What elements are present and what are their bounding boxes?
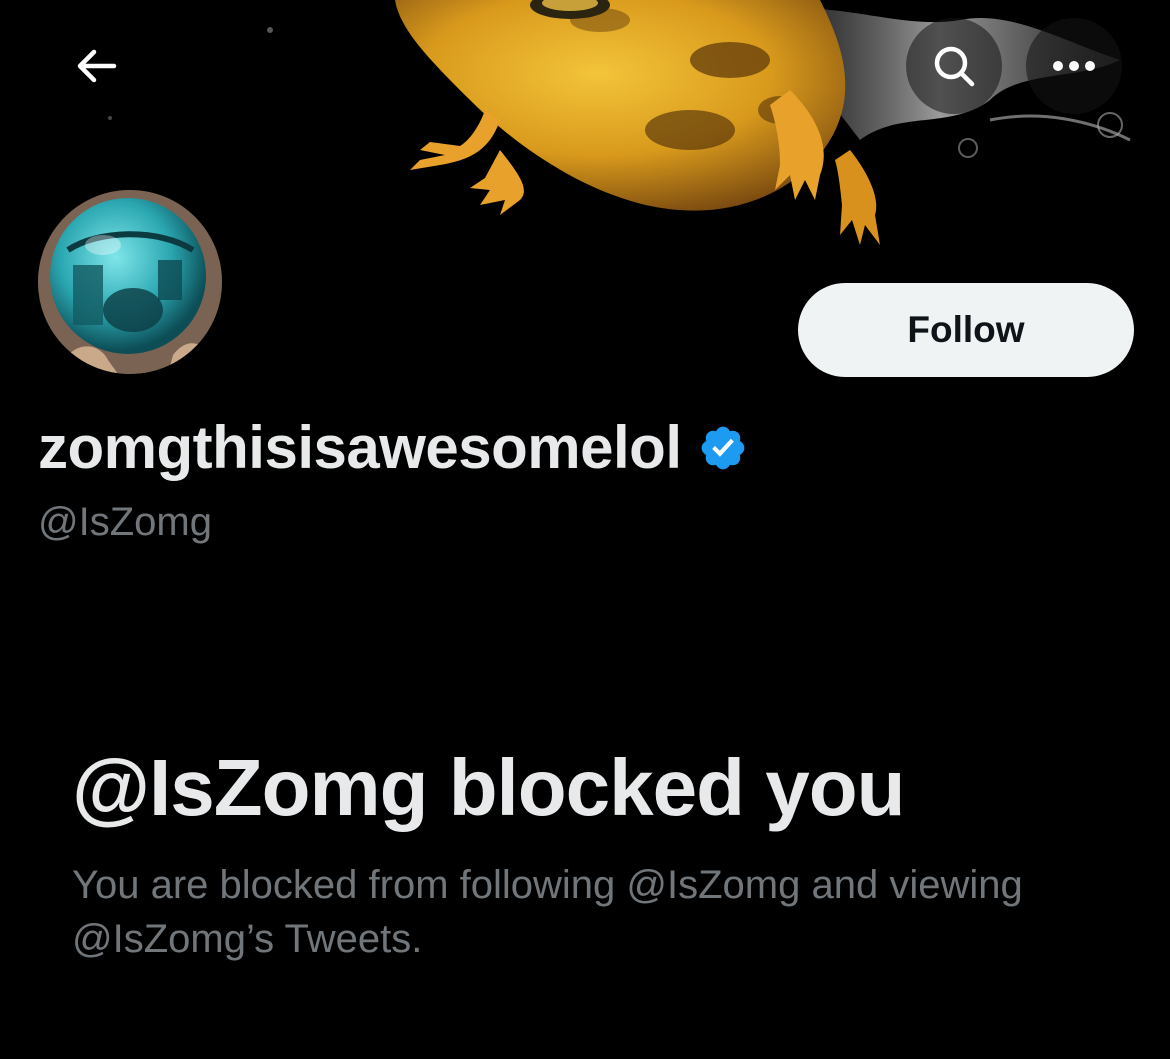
follow-button[interactable]: Follow xyxy=(798,283,1134,377)
more-horizontal-icon xyxy=(1053,61,1095,71)
search-button[interactable] xyxy=(906,18,1002,114)
display-name: zomgthisisawesomelol xyxy=(38,414,682,481)
avatar-image xyxy=(38,190,222,374)
arrow-left-icon xyxy=(77,49,117,83)
profile-handle: @IsZomg xyxy=(38,500,212,544)
blocked-description: You are blocked from following @IsZomg a… xyxy=(72,863,1023,961)
blocked-title: @IsZomg blocked you xyxy=(72,743,905,832)
avatar[interactable] xyxy=(34,186,226,378)
more-button[interactable] xyxy=(1026,18,1122,114)
search-icon xyxy=(934,46,975,87)
verified-badge-icon[interactable] xyxy=(698,423,748,473)
display-name-row: zomgthisisawesomelol xyxy=(38,412,748,484)
back-button[interactable] xyxy=(48,18,144,114)
